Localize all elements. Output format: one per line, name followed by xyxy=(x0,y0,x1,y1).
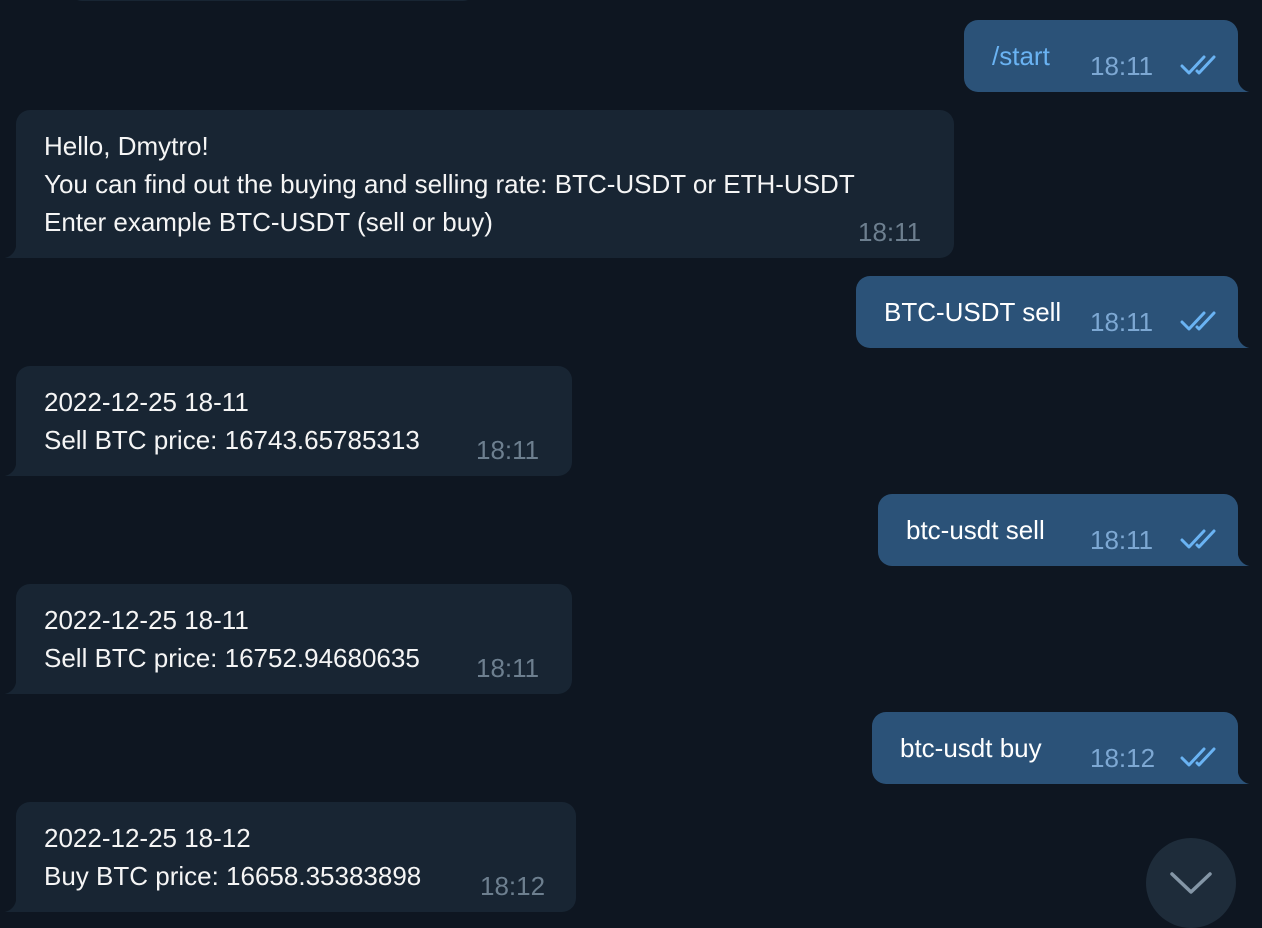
message-text: 2022-12-25 18-11 Sell BTC price: 16752.9… xyxy=(44,605,420,673)
message-time: 18:11 xyxy=(1090,51,1154,81)
incoming-message-bubble[interactable]: Hello, Dmytro! You can find out the buyi… xyxy=(2,110,954,258)
chat-message-list[interactable]: /start 18:11 Hello, Dmytro! You can find… xyxy=(0,0,1262,928)
outgoing-message-bubble[interactable]: btc-usdt buy 18:12 xyxy=(872,712,1252,784)
message-time: 18:11 xyxy=(476,435,540,465)
read-double-check-icon xyxy=(1180,55,1216,75)
read-double-check-icon xyxy=(1180,747,1216,767)
message-text: btc-usdt sell xyxy=(906,515,1045,545)
outgoing-message-bubble[interactable]: BTC-USDT sell 18:11 xyxy=(856,276,1252,348)
message-text: Hello, Dmytro! You can find out the buyi… xyxy=(44,131,855,237)
read-double-check-icon xyxy=(1180,311,1216,331)
message-time: 18:11 xyxy=(858,217,922,247)
incoming-message-bubble[interactable]: 2022-12-25 18-11 Sell BTC price: 16743.6… xyxy=(2,366,572,476)
outgoing-message-bubble[interactable]: btc-usdt sell 18:11 xyxy=(878,494,1252,566)
chevron-down-icon xyxy=(1170,872,1212,894)
read-double-check-icon xyxy=(1180,529,1216,549)
message-text: btc-usdt buy xyxy=(900,733,1042,763)
previous-message-bubble xyxy=(70,0,475,1)
message-text: 2022-12-25 18-12 Buy BTC price: 16658.35… xyxy=(44,823,422,891)
message-time: 18:12 xyxy=(1090,743,1156,773)
message-time: 18:11 xyxy=(1090,525,1154,555)
message-time: 18:12 xyxy=(480,871,546,901)
message-text: 2022-12-25 18-11 Sell BTC price: 16743.6… xyxy=(44,387,420,455)
message-text: BTC-USDT sell xyxy=(884,297,1062,327)
scroll-to-bottom-button[interactable] xyxy=(1146,838,1236,928)
incoming-message-bubble[interactable]: 2022-12-25 18-12 Buy BTC price: 16658.35… xyxy=(2,802,576,912)
incoming-message-bubble[interactable]: 2022-12-25 18-11 Sell BTC price: 16752.9… xyxy=(2,584,572,694)
message-time: 18:11 xyxy=(1090,307,1154,337)
message-time: 18:11 xyxy=(476,653,540,683)
bot-command-link[interactable]: /start xyxy=(992,37,1050,75)
outgoing-message-bubble[interactable]: /start 18:11 xyxy=(964,20,1252,92)
